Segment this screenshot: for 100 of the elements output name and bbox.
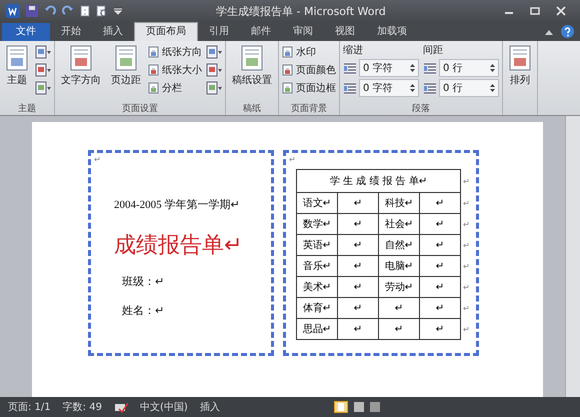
window-title: 学生成绩报告单 - Microsoft Word (216, 4, 387, 18)
row-end-mark: ↵ (463, 176, 470, 186)
save-icon[interactable] (26, 5, 38, 17)
status-text[interactable]: 中文(中国) (140, 400, 188, 414)
table-cell: ↵ (378, 298, 420, 318)
table-cell: 自然↵ (378, 234, 420, 256)
row-end-mark: ↵ (463, 198, 470, 208)
ribbon-button[interactable]: 排列 (506, 43, 534, 89)
status-text[interactable]: 插入 (200, 400, 220, 414)
layout-icon[interactable] (35, 63, 51, 77)
ribbon-tab[interactable]: 开始 (50, 23, 92, 41)
ribbon-tab[interactable]: 邮件 (240, 23, 282, 41)
table-cell: ↵ (420, 276, 460, 298)
file-tab[interactable]: 文件 (2, 23, 50, 41)
help-icon[interactable] (561, 25, 574, 38)
paragraph-mark: ↵ (93, 154, 102, 165)
section-label: 间距 (423, 44, 444, 57)
page-icon (115, 45, 137, 71)
group-label: 页面背景 (291, 104, 327, 114)
table-cell: 劳动↵ (378, 276, 420, 298)
table-cell: 音乐↵ (296, 256, 338, 276)
row-end-mark: ↵ (463, 282, 470, 292)
close-icon[interactable] (556, 6, 566, 16)
table-cell: ↵ (420, 256, 460, 276)
ribbon-tab[interactable]: 视图 (324, 23, 366, 41)
layout-icon[interactable] (35, 81, 51, 95)
page-icon (148, 64, 159, 76)
ribbon-button[interactable]: 页面边框 (282, 81, 336, 95)
ribbon-tab[interactable]: 引用 (198, 23, 240, 41)
table-cell: 科技↵ (378, 192, 420, 214)
ribbon-button[interactable]: 文字方向 (58, 43, 104, 89)
print-preview-icon[interactable] (96, 5, 108, 17)
ribbon-button[interactable]: 纸张大小 (148, 63, 202, 77)
page-icon (70, 45, 92, 71)
table-cell: ↵ (420, 318, 460, 340)
paragraph-mark: ↵ (288, 154, 297, 165)
spacing-icon (423, 62, 437, 74)
page-icon (148, 82, 159, 94)
field-label: 班级：↵ (122, 274, 166, 289)
table-cell: ↵ (378, 318, 420, 340)
page-icon (241, 45, 263, 71)
group-label: 段落 (412, 104, 430, 114)
page-icon (282, 82, 293, 94)
collapse-ribbon-icon[interactable] (545, 28, 553, 34)
ribbon-button[interactable]: 水印 (282, 45, 336, 59)
ribbon-button[interactable]: 主题 (3, 43, 31, 89)
page-icon (148, 46, 159, 58)
table-cell: ↵ (338, 298, 378, 318)
table-cell: ↵ (420, 192, 460, 214)
ribbon-tab[interactable]: 插入 (92, 23, 134, 41)
ribbon-button[interactable]: 页边距 (108, 43, 144, 89)
spinner-field[interactable]: 0 字符 (359, 59, 419, 77)
table-cell: ↵ (338, 192, 378, 214)
ribbon-button[interactable]: 稿纸设置 (229, 43, 275, 89)
spinner-field[interactable]: 0 行 (439, 59, 499, 77)
status-text[interactable]: 字数: 49 (62, 400, 102, 414)
new-document-icon[interactable] (80, 5, 90, 17)
table-cell: ↵ (338, 256, 378, 276)
spacing-icon (423, 82, 437, 94)
table-cell: ↵ (420, 298, 460, 318)
spinner-field[interactable]: 0 字符 (359, 79, 419, 97)
vertical-scrollbar[interactable] (565, 116, 580, 397)
page-icon (282, 46, 293, 58)
spacing-icon (343, 82, 357, 94)
spinner-arrows-icon[interactable] (490, 83, 495, 93)
group-label: 稿纸 (243, 104, 261, 114)
spinner-field[interactable]: 0 行 (439, 79, 499, 97)
customize-dropdown-icon[interactable] (114, 7, 122, 15)
ribbon-button[interactable]: 纸张方向 (148, 45, 202, 59)
table-cell: 社会↵ (378, 214, 420, 234)
table-caption: 学 生 成 绩 报 告 单↵ (296, 170, 460, 192)
group-label: 主题 (18, 104, 36, 114)
ribbon-button[interactable]: 分栏 (148, 81, 202, 95)
layout-icon[interactable] (206, 63, 222, 77)
ribbon-tab[interactable]: 加载项 (366, 23, 418, 41)
table-cell: 思品↵ (296, 318, 338, 340)
row-end-mark: ↵ (463, 240, 470, 250)
ribbon-button[interactable]: 页面颜色 (282, 63, 336, 77)
report-title: 成绩报告单↵ (114, 232, 244, 260)
proofing-icon[interactable] (114, 401, 128, 413)
layout-icon[interactable] (206, 81, 222, 95)
row-end-mark: ↵ (463, 304, 470, 312)
ribbon-tab[interactable]: 审阅 (282, 23, 324, 41)
table-cell: ↵ (338, 214, 378, 234)
page-icon (282, 64, 293, 76)
table-cell: 语文↵ (296, 192, 338, 214)
redo-icon[interactable] (62, 5, 74, 17)
section-label: 缩进 (343, 44, 364, 57)
maximize-icon[interactable] (530, 6, 540, 16)
layout-icon[interactable] (35, 45, 51, 59)
ribbon-tab[interactable]: 页面布局 (134, 22, 198, 41)
spinner-arrows-icon[interactable] (410, 83, 415, 93)
spinner-arrows-icon[interactable] (490, 63, 495, 73)
undo-icon[interactable] (44, 5, 56, 17)
status-text[interactable]: 页面: 1/1 (8, 400, 51, 414)
word-logo-icon[interactable] (6, 4, 20, 18)
spinner-arrows-icon[interactable] (410, 63, 415, 73)
layout-icon[interactable] (206, 45, 222, 59)
page-icon (6, 45, 28, 71)
row-end-mark: ↵ (463, 262, 470, 270)
